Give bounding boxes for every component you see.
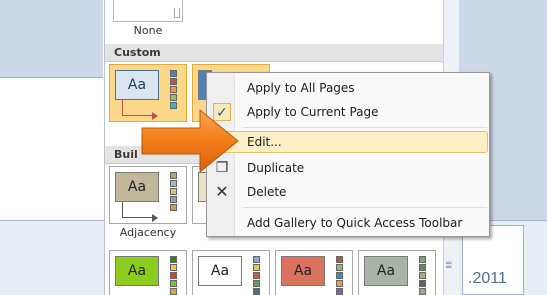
section-header-custom: Custom [105,44,443,62]
menu-item-label: Apply to All Pages [247,81,355,95]
theme-card-text: Aa [115,172,159,202]
duplicate-icon: ❐ [215,160,229,176]
theme-thumb-bottom-1[interactable]: Aa [109,250,187,295]
color-swatches [336,256,343,295]
theme-thumb-bottom-2[interactable]: Aa [192,250,270,295]
menu-item-apply-current-page[interactable]: ✓ Apply to Current Page [209,101,488,123]
connector-line [122,100,154,116]
delete-x-icon: ✕ [215,182,229,201]
menu-item-edit[interactable]: Edit... [209,131,488,153]
document-year-text: .2011 [468,270,507,287]
theme-card-text: Aa [281,256,325,286]
theme-label-none: None [133,24,163,37]
document-background-mid [0,78,103,220]
color-swatches [170,70,177,110]
scroll-grip-icon[interactable]: ═ ═ [446,260,456,273]
connector-line [122,202,154,218]
menu-separator [243,207,487,208]
theme-thumb-bottom-3[interactable]: Aa [275,250,353,295]
checkmark-icon: ✓ [213,103,231,121]
context-menu: Apply to All Pages ✓ Apply to Current Pa… [206,72,490,237]
color-swatches [253,256,260,295]
theme-label-adjacency: Adjacency [119,226,177,239]
theme-thumb-adjacency[interactable]: Aa [109,166,187,224]
theme-thumb-bottom-4[interactable]: Aa [358,250,436,295]
menu-item-label: Duplicate [247,161,305,175]
theme-card-text: Aa [115,70,159,100]
connector-arrow-icon [152,214,158,222]
menu-item-label: Apply to Current Page [247,105,379,119]
menu-item-apply-all-pages[interactable]: Apply to All Pages [209,77,488,99]
menu-item-label: Add Gallery to Quick Access Toolbar [247,216,463,230]
theme-card-text: Aa [364,256,408,286]
theme-card-text: Aa [115,256,159,286]
menu-item-delete[interactable]: ✕ Delete [209,181,488,203]
color-swatches [170,172,177,212]
theme-card-text: Aa [198,256,242,286]
connector-arrow-icon [152,112,158,120]
theme-thumb-custom-1[interactable]: Aa [109,64,187,122]
theme-thumb-none[interactable] [113,0,183,22]
menu-item-label: Edit... [247,135,282,149]
menu-item-label: Delete [247,185,287,199]
menu-item-add-to-qat[interactable]: Add Gallery to Quick Access Toolbar [209,212,488,234]
none-thumb-corner [174,8,180,18]
document-background-top [0,0,103,77]
menu-separator [243,127,487,128]
color-swatches [170,256,177,295]
color-swatches [419,256,426,295]
menu-item-duplicate[interactable]: ❐ Duplicate [209,157,488,179]
